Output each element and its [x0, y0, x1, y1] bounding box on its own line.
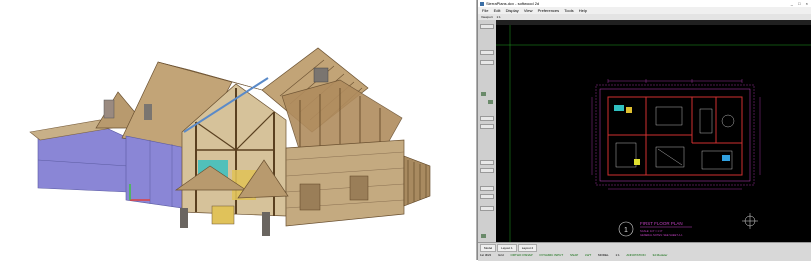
viewport-label: Viewport: [481, 15, 493, 19]
house-3d-svg: [0, 0, 476, 260]
status-item[interactable]: ORTHO OSNAP: [511, 253, 533, 257]
tool-palette: [478, 20, 497, 242]
tool-button[interactable]: [480, 116, 494, 121]
tab-model[interactable]: Model: [480, 244, 497, 252]
title-bar: SierraPlans.dcx - softwood 2d _ □ ×: [478, 0, 811, 7]
tool-icon[interactable]: [481, 234, 486, 238]
app-icon: [480, 1, 484, 6]
floor-plan-svg: 1 FIRST FLOOR PLAN SCALE: 1/4" = 1'-0" G…: [496, 25, 811, 242]
layout-tabs: Model Layout 1 Layout 2: [480, 244, 538, 252]
drawing-canvas[interactable]: 1 FIRST FLOOR PLAN SCALE: 1/4" = 1'-0" G…: [496, 25, 811, 242]
status-item[interactable]: Grid: [498, 253, 504, 257]
window-title: SierraPlans.dcx - softwood 2d: [486, 1, 540, 6]
scale-text: SCALE: 1/4" = 1'-0": [640, 229, 663, 233]
menu-file[interactable]: File: [482, 8, 488, 13]
menu-edit[interactable]: Edit: [494, 8, 501, 13]
status-item[interactable]: 1st 3D/2: [480, 253, 491, 257]
tool-button[interactable]: [480, 24, 494, 29]
zoom-value[interactable]: 1:1: [496, 15, 500, 19]
menu-display[interactable]: Display: [506, 8, 519, 13]
tool-button[interactable]: [480, 160, 494, 165]
tool-button[interactable]: [480, 124, 494, 129]
tool-button[interactable]: [480, 186, 494, 191]
tab-layout-2[interactable]: Layout 2: [517, 244, 538, 252]
menu-help[interactable]: Help: [579, 8, 587, 13]
tool-button[interactable]: [480, 206, 494, 211]
view-marker-number: 1: [624, 227, 628, 234]
status-item[interactable]: LWT: [585, 253, 591, 257]
cad-window: SierraPlans.dcx - softwood 2d _ □ × File…: [477, 0, 811, 261]
tool-icon[interactable]: [481, 92, 486, 96]
status-bar: Model Layout 1 Layout 2 1st 3D/2 Grid ORTH…: [478, 242, 811, 261]
tab-layout-1[interactable]: Layout 1: [497, 244, 517, 252]
status-item[interactable]: DYNAMIC INPUT: [540, 253, 564, 257]
house-3d-render: [0, 0, 477, 260]
tool-button[interactable]: [480, 50, 494, 55]
menu-bar: File Edit Display View Preferences Tools…: [478, 7, 811, 14]
menu-tools[interactable]: Tools: [564, 8, 573, 13]
tool-button[interactable]: [480, 60, 494, 65]
tool-icon[interactable]: [488, 100, 493, 104]
status-item[interactable]: 1:1: [616, 253, 620, 257]
status-item[interactable]: ANNOTATION: [626, 253, 645, 257]
tool-button[interactable]: [480, 168, 494, 173]
menu-view[interactable]: View: [524, 8, 533, 13]
status-item[interactable]: 3d Modeler: [652, 253, 667, 257]
status-toggles: 1st 3D/2 Grid ORTHO OSNAP DYNAMIC INPUT …: [480, 252, 810, 258]
status-item[interactable]: SNAP: [570, 253, 578, 257]
window-controls[interactable]: _ □ ×: [791, 0, 810, 7]
tool-button[interactable]: [480, 194, 494, 199]
note-text: GENERAL NOTES: SEE SHEET A-1: [640, 233, 683, 237]
sheet-title: FIRST FLOOR PLAN: [640, 221, 683, 226]
north-arrow-icon: [742, 213, 758, 229]
menu-preferences[interactable]: Preferences: [538, 8, 560, 13]
status-item[interactable]: MODEL: [598, 253, 609, 257]
